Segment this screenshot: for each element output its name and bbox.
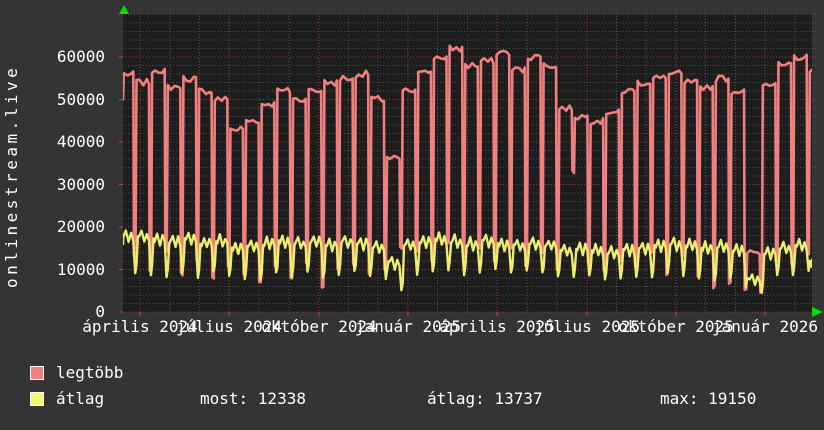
chart-svg	[119, 5, 823, 317]
stat-max: max: 19150	[660, 389, 757, 408]
legend-label-legtobb: legtöbb	[56, 363, 124, 382]
x-axis-arrow-icon	[812, 307, 823, 317]
y-tick-label: 60000	[56, 47, 105, 66]
stat-atlag: átlag: 13737	[427, 389, 543, 408]
y-tick-label: 40000	[56, 132, 105, 151]
legend-row-legtobb: legtöbb	[0, 365, 824, 381]
rrd-graph-page: onlinestream.live 0 10000 20000 30000 40000 5…	[0, 0, 824, 430]
y-axis-arrow-icon	[119, 5, 129, 14]
plot-area	[119, 5, 823, 317]
legend-swatch-legtobb	[30, 366, 44, 380]
y-tick-label: 10000	[56, 259, 105, 279]
vertical-axis-title: onlinestream.live	[2, 64, 21, 288]
y-tick-label: 50000	[56, 89, 105, 109]
legend-label-atlag: átlag	[56, 389, 105, 408]
legend-swatch-atlag	[30, 392, 44, 406]
y-tick-label: 30000	[56, 174, 105, 194]
x-tick-label: január 2026	[712, 317, 818, 336]
stat-most: most: 12338	[200, 389, 306, 408]
y-tick-label: 20000	[56, 217, 105, 236]
legend-row-atlag: átlag most: 12338 átlag: 13737 max: 1915…	[0, 391, 824, 407]
